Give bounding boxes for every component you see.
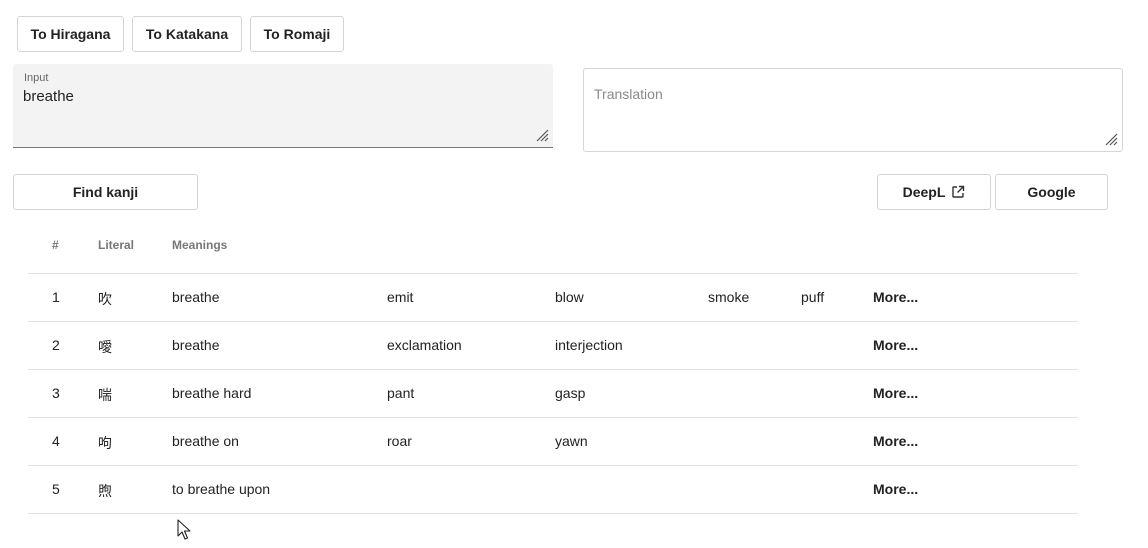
deepl-button[interactable]: DeepL: [877, 174, 991, 210]
to-katakana-button[interactable]: To Katakana: [132, 16, 242, 52]
meaning: yawn: [555, 433, 588, 449]
kanji-literal: 喘: [98, 387, 112, 403]
row-number: 2: [52, 337, 60, 353]
meaning: breathe: [172, 289, 220, 305]
table-row: 4 呴 breathe on roar yawn More...: [28, 417, 1078, 466]
row-number: 1: [52, 289, 60, 305]
meaning: to breathe upon: [172, 481, 271, 497]
meaning: breathe: [172, 337, 220, 353]
meaning: emit: [387, 289, 414, 305]
resize-grip-icon[interactable]: [1104, 132, 1118, 146]
to-hiragana-button[interactable]: To Hiragana: [17, 16, 124, 52]
more-link[interactable]: More...: [873, 385, 918, 401]
kanji-literal: 煦: [98, 483, 112, 499]
deepl-label: DeepL: [902, 184, 946, 200]
row-number: 5: [52, 481, 60, 497]
meaning: gasp: [555, 385, 586, 401]
kanji-literal: 吹: [98, 291, 112, 307]
find-kanji-button[interactable]: Find kanji: [13, 174, 198, 210]
more-link[interactable]: More...: [873, 337, 918, 353]
column-header-number: #: [52, 238, 59, 252]
table-row: 3 喘 breathe hard pant gasp More...: [28, 369, 1078, 418]
resize-grip-icon[interactable]: [535, 128, 549, 142]
table-row: 5 煦 to breathe upon More...: [28, 465, 1078, 514]
table-bottom-border: [28, 513, 1078, 514]
meaning: interjection: [555, 337, 623, 353]
meaning: smoke: [708, 289, 750, 305]
more-link[interactable]: More...: [873, 433, 918, 449]
kanji-literal: 噯: [98, 339, 112, 355]
table-row: 1 吹 breathe emit blow smoke puff More...: [28, 273, 1078, 322]
column-header-literal: Literal: [98, 238, 135, 252]
row-number: 4: [52, 433, 60, 449]
mouse-pointer-icon: [177, 519, 191, 540]
more-link[interactable]: More...: [873, 289, 918, 305]
column-header-meanings: Meanings: [172, 238, 228, 252]
row-number: 3: [52, 385, 60, 401]
table-row: 2 噯 breathe exclamation interjection Mor…: [28, 321, 1078, 370]
meaning: pant: [387, 385, 415, 401]
translation-placeholder: Translation: [594, 86, 663, 102]
to-romaji-button[interactable]: To Romaji: [250, 16, 344, 52]
input-label: Input: [24, 72, 49, 84]
input-value[interactable]: breathe: [23, 88, 74, 105]
google-button[interactable]: Google: [995, 174, 1108, 210]
meaning: blow: [555, 289, 584, 305]
meaning: exclamation: [387, 337, 462, 353]
kanji-literal: 呴: [98, 435, 112, 451]
translation-textarea[interactable]: Translation: [583, 68, 1123, 152]
meaning: breathe on: [172, 433, 239, 449]
meaning: puff: [801, 289, 825, 305]
open-in-new-icon: [952, 185, 965, 198]
meaning: roar: [387, 433, 412, 449]
more-link[interactable]: More...: [873, 481, 918, 497]
input-textarea[interactable]: Input breathe: [13, 64, 553, 148]
meaning: breathe hard: [172, 385, 252, 401]
